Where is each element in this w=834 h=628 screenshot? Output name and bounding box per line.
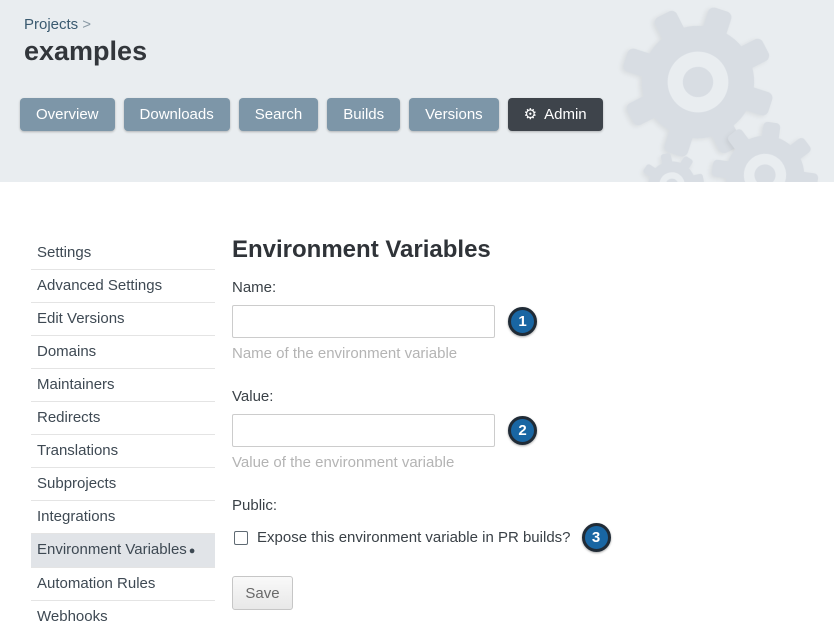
tab-search[interactable]: Search [239, 98, 319, 131]
admin-content: Settings Advanced Settings Edit Versions… [0, 182, 834, 628]
sidebar-item-label: Automation Rules [37, 575, 155, 592]
value-input[interactable] [232, 414, 495, 447]
sidebar-item-label: Webhooks [37, 608, 108, 625]
tab-admin[interactable]: ⚙ Admin [508, 98, 603, 131]
step-badge-1: 1 [508, 307, 537, 336]
sidebar-item-label: Advanced Settings [37, 277, 162, 294]
name-help-text: Name of the environment variable [232, 345, 611, 362]
sidebar-item-label: Subprojects [37, 475, 116, 492]
sidebar-item-subprojects[interactable]: Subprojects [31, 468, 215, 501]
tab-admin-label: Admin [544, 106, 587, 123]
page-title: examples [24, 36, 147, 67]
tab-builds[interactable]: Builds [327, 98, 400, 131]
save-button[interactable]: Save [232, 576, 293, 610]
name-input[interactable] [232, 305, 495, 338]
sidebar-item-edit-versions[interactable]: Edit Versions [31, 303, 215, 336]
name-label: Name: [232, 279, 611, 296]
sidebar-item-translations[interactable]: Translations [31, 435, 215, 468]
sidebar-item-automation-rules[interactable]: Automation Rules [31, 568, 215, 601]
name-field: Name: 1 Name of the environment variable [232, 279, 611, 362]
active-item-bullet: ● [189, 545, 196, 557]
tab-downloads[interactable]: Downloads [124, 98, 230, 131]
sidebar-item-label: Translations [37, 442, 118, 459]
value-field: Value: 2 Value of the environment variab… [232, 388, 611, 471]
sidebar-item-label: Integrations [37, 508, 115, 525]
breadcrumb: Projects> [24, 16, 147, 33]
sidebar-item-maintainers[interactable]: Maintainers [31, 369, 215, 402]
sidebar-item-label: Settings [37, 244, 91, 261]
sidebar-item-advanced-settings[interactable]: Advanced Settings [31, 270, 215, 303]
public-label: Public: [232, 497, 611, 514]
sidebar-item-label: Maintainers [37, 376, 115, 393]
breadcrumb-separator: > [82, 16, 91, 33]
sidebar-item-label: Environment Variables [37, 541, 187, 558]
sidebar-item-integrations[interactable]: Integrations [31, 501, 215, 534]
sidebar-item-settings[interactable]: Settings [31, 237, 215, 270]
value-label: Value: [232, 388, 611, 405]
sidebar-item-webhooks[interactable]: Webhooks [31, 601, 215, 628]
step-badge-3: 3 [582, 523, 611, 552]
tab-overview[interactable]: Overview [20, 98, 115, 131]
breadcrumb-projects-link[interactable]: Projects [24, 16, 78, 33]
sidebar-item-label: Domains [37, 343, 96, 360]
gear-icon: ⚙ [524, 107, 537, 122]
public-field: Public: Expose this environment variable… [232, 497, 611, 552]
sidebar-item-environment-variables[interactable]: Environment Variables● [31, 534, 215, 568]
tab-versions[interactable]: Versions [409, 98, 499, 131]
project-header: Projects> examples Overview Downloads Se… [0, 0, 834, 182]
public-checkbox-label: Expose this environment variable in PR b… [257, 529, 571, 546]
project-tabs: Overview Downloads Search Builds Version… [20, 98, 603, 131]
sidebar-item-domains[interactable]: Domains [31, 336, 215, 369]
sidebar-item-redirects[interactable]: Redirects [31, 402, 215, 435]
section-heading: Environment Variables [232, 237, 611, 263]
admin-sidebar: Settings Advanced Settings Edit Versions… [31, 237, 215, 628]
sidebar-item-label: Edit Versions [37, 310, 125, 327]
public-checkbox[interactable] [234, 531, 248, 545]
page: Projects> examples Overview Downloads Se… [0, 0, 834, 628]
gear-decoration-medium [705, 115, 825, 182]
step-badge-2: 2 [508, 416, 537, 445]
env-variables-form: Environment Variables Name: 1 Name of th… [232, 237, 611, 610]
value-help-text: Value of the environment variable [232, 454, 611, 471]
sidebar-item-label: Redirects [37, 409, 100, 426]
